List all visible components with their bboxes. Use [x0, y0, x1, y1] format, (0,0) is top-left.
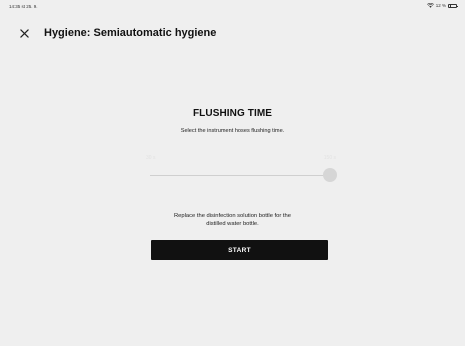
section-subtitle: Select the instrument hoses flushing tim…	[180, 128, 285, 134]
battery-cap	[456, 5, 458, 8]
battery-icon	[448, 3, 458, 8]
battery-percent: 12 %	[435, 3, 446, 8]
status-indicators: 12 %	[426, 3, 458, 8]
instruction-text: Replace the disinfection solution bottle…	[0, 212, 465, 228]
status-bar: 14:35 st 25. 9. 12 %	[0, 0, 465, 12]
page-title: Hygiene: Semiautomatic hygiene	[44, 27, 217, 39]
flushing-time-slider[interactable]: 30 s 150 s	[146, 150, 337, 184]
slider-max-label: 150 s	[323, 155, 336, 161]
header: Hygiene: Semiautomatic hygiene	[0, 18, 465, 48]
instruction-line-1: Replace the disinfection solution bottle…	[174, 213, 291, 219]
hygiene-screen: 14:35 st 25. 9. 12 % Hygiene: Semiautoma…	[0, 0, 465, 346]
instruction-line-2: distilled water bottle.	[206, 221, 259, 227]
start-button[interactable]: START	[151, 240, 328, 260]
section-title: FLUSHING TIME	[192, 108, 273, 119]
wifi-icon	[426, 3, 434, 8]
slider-min-label: 30 s	[146, 155, 156, 161]
battery-fill	[449, 5, 451, 7]
status-time: 14:35 st 25. 9.	[9, 4, 38, 9]
slider-thumb[interactable]	[323, 168, 337, 182]
close-icon	[19, 28, 29, 38]
close-button[interactable]	[17, 26, 31, 40]
slider-track[interactable]	[150, 175, 330, 176]
